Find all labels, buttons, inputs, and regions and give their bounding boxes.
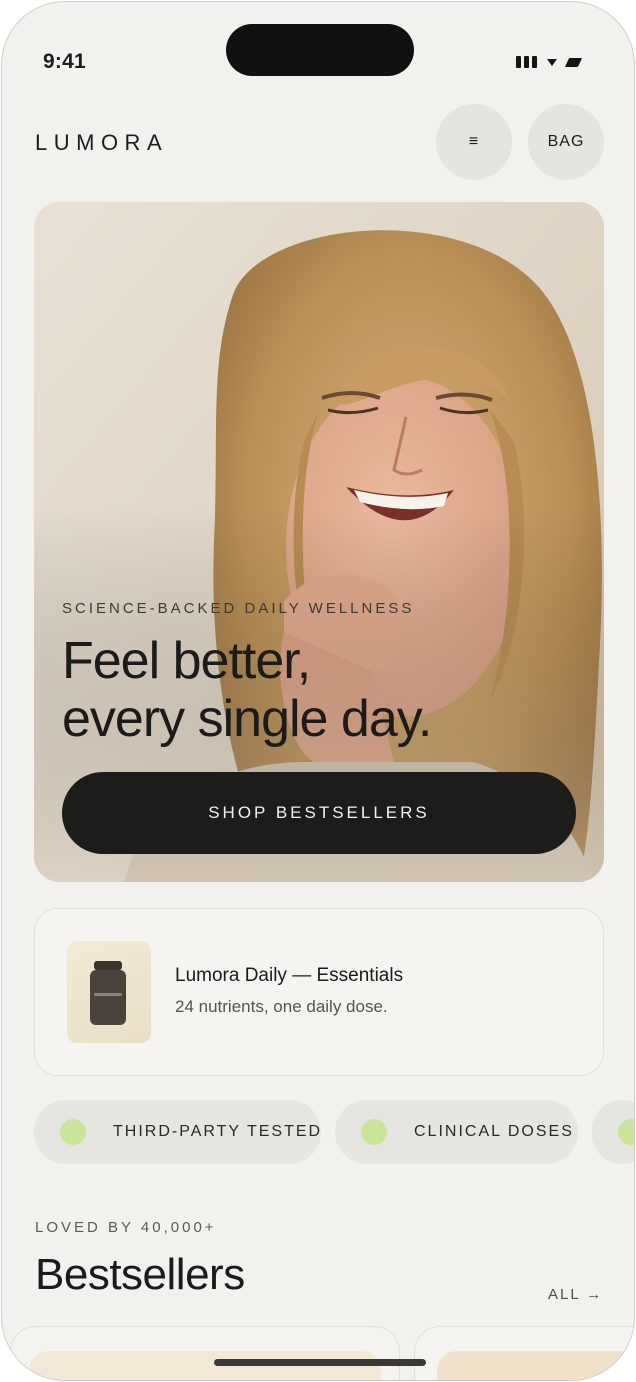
badge-chip[interactable]: CLINICAL DOSES	[335, 1100, 578, 1164]
featured-product-card[interactable]: Lumora Daily — Essentials 24 nutrients, …	[34, 908, 604, 1076]
shop-bestsellers-button[interactable]: SHOP BESTSELLERS	[62, 772, 576, 854]
badge-label: THIRD-PARTY TESTED	[113, 1123, 323, 1140]
hero-title-line-1: Feel better,	[62, 632, 311, 690]
hero-banner: SCIENCE-BACKED DAILY WELLNESS Feel bette…	[34, 202, 604, 882]
bestseller-card[interactable]	[10, 1326, 400, 1380]
hero-title-line-2: every single day.	[62, 690, 432, 748]
brand-logo[interactable]: LUMORA	[35, 130, 168, 156]
badge-chip[interactable]: THIRD-PARTY TESTED	[34, 1100, 321, 1164]
battery-icon	[564, 57, 583, 67]
status-time: 9:41	[43, 50, 86, 73]
menu-icon: ≡	[468, 133, 480, 150]
product-name: Lumora Daily — Essentials	[175, 965, 404, 986]
view-all-link[interactable]: ALL →	[548, 1286, 603, 1303]
hero-title: Feel better, every single day.	[62, 632, 522, 748]
dot-icon	[361, 1119, 387, 1145]
wifi-icon	[547, 58, 557, 66]
status-icons	[516, 56, 583, 68]
bag-button[interactable]: BAG	[528, 104, 604, 180]
dot-icon	[618, 1119, 634, 1145]
bottle-icon	[94, 961, 122, 970]
signal-icon	[516, 56, 537, 68]
badge-row[interactable]: THIRD-PARTY TESTED CLINICAL DOSES	[34, 1100, 634, 1164]
badge-chip[interactable]	[592, 1100, 634, 1164]
bestsellers-title: Bestsellers	[35, 1250, 245, 1299]
product-description: 24 nutrients, one daily dose.	[175, 997, 388, 1016]
phone-frame: 9:41 LUMORA ≡ BAG SCIENCE-BACKED DAILY W…	[1, 1, 635, 1381]
badge-label: CLINICAL DOSES	[414, 1123, 574, 1140]
product-image	[437, 1351, 634, 1380]
bestsellers-eyebrow: LOVED BY 40,000+	[35, 1219, 217, 1236]
dot-icon	[60, 1119, 86, 1145]
product-image	[29, 1351, 381, 1380]
product-thumbnail	[67, 941, 151, 1043]
dynamic-island	[226, 24, 414, 76]
hero-eyebrow: SCIENCE-BACKED DAILY WELLNESS	[62, 600, 415, 617]
menu-button[interactable]: ≡	[436, 104, 512, 180]
home-indicator[interactable]	[214, 1359, 426, 1366]
bestseller-card[interactable]	[414, 1326, 634, 1380]
